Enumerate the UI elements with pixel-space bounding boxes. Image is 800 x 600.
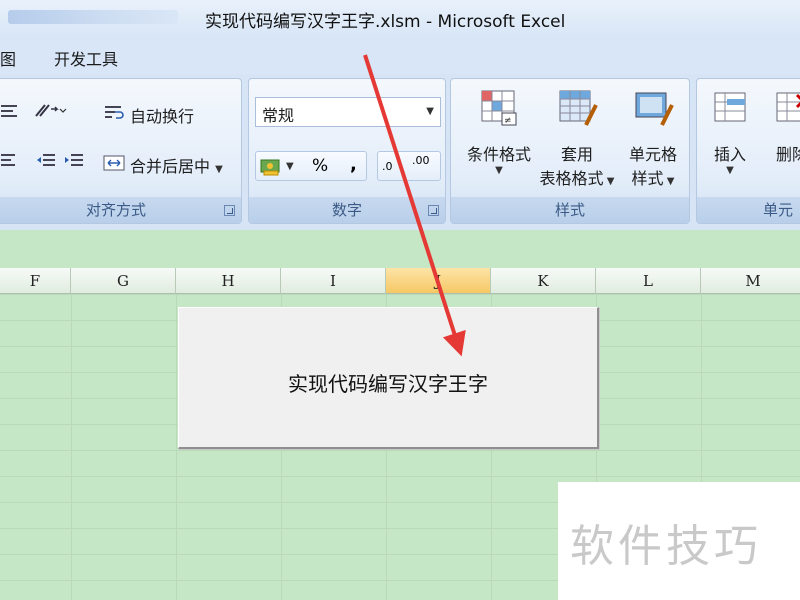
decimal-buttons: .0 .00 [377, 151, 441, 181]
delete-cells-button[interactable]: 删除 [763, 87, 800, 165]
cells-group: 插入 ▼ 删除 单元 [696, 78, 800, 224]
chevron-down-icon[interactable]: ▼ [286, 161, 294, 172]
chevron-down-icon[interactable]: ▼ [426, 106, 434, 117]
quick-access-toolbar[interactable] [8, 10, 178, 24]
conditional-format-icon: ≠ [481, 90, 517, 126]
percent-button[interactable]: % [312, 156, 328, 176]
number-group: 常规 ▼ ▼ % , .0 .00 数字 [248, 78, 446, 224]
svg-text:≠: ≠ [504, 116, 512, 126]
delete-cells-icon [776, 92, 800, 122]
title-bar: 实现代码编写汉字王字.xlsm - Microsoft Excel [0, 0, 800, 40]
ribbon: 自动换行 合并后居中 ▼ 对齐方式 常规 ▼ ▼ % , .0 .00 数字 ≠… [0, 74, 800, 230]
macro-button-label: 实现代码编写汉字王字 [288, 372, 488, 396]
column-header-k[interactable]: K [491, 268, 596, 294]
cell-styles-label-1: 单元格 [628, 145, 677, 164]
decrease-indent-icon[interactable] [35, 151, 57, 171]
table-format-icon [559, 90, 598, 126]
column-header-l[interactable]: L [596, 268, 701, 294]
dialog-launcher-icon[interactable] [224, 205, 235, 216]
currency-icon[interactable] [260, 157, 282, 177]
formula-bar-area [0, 230, 800, 268]
macro-button[interactable]: 实现代码编写汉字王字 [178, 307, 599, 449]
conditional-format-button[interactable]: ≠ 条件格式 ▼ [457, 87, 541, 176]
column-header-h[interactable]: H [176, 268, 281, 294]
wrap-text-icon [105, 106, 124, 119]
column-header-f[interactable]: F [0, 268, 71, 294]
styles-group: ≠ 条件格式 ▼ 套用 表格格式 ▼ 单元格 样式 ▼ 样式 [450, 78, 690, 224]
align-lines-icon[interactable] [0, 101, 21, 121]
merge-center-label: 合并后居中 [130, 157, 211, 176]
watermark: 软件技巧 [558, 482, 800, 600]
chevron-down-icon: ▼ [726, 165, 734, 176]
column-header-j[interactable]: J [386, 268, 491, 294]
chevron-down-icon: ▼ [495, 165, 503, 176]
wrap-text-button[interactable]: 自动换行 [103, 103, 194, 127]
wrap-text-label: 自动换行 [130, 107, 195, 126]
column-header-g[interactable]: G [71, 268, 176, 294]
orientation-icon[interactable] [33, 101, 67, 121]
number-group-label: 数字 [249, 197, 445, 223]
window-title: 实现代码编写汉字王字.xlsm - Microsoft Excel [205, 12, 566, 32]
conditional-format-label: 条件格式 [466, 145, 531, 164]
insert-cells-button[interactable]: 插入 ▼ [701, 87, 759, 176]
watermark-text: 软件技巧 [570, 521, 762, 572]
merge-center-button[interactable]: 合并后居中 ▼ [103, 153, 223, 177]
number-format-buttons: ▼ % , [255, 151, 367, 181]
grid-line [176, 294, 177, 600]
delete-cells-label: 删除 [775, 145, 800, 164]
format-as-table-button[interactable]: 套用 表格格式 ▼ [535, 87, 619, 189]
alignment-group-label: 对齐方式 [0, 197, 241, 223]
increase-indent-icon[interactable] [63, 151, 85, 171]
increase-decimal-button[interactable]: .0 [382, 160, 393, 173]
number-format-value: 常规 [262, 106, 295, 125]
cells-group-label: 单元 [697, 197, 800, 223]
grid-line [71, 294, 72, 600]
comma-button[interactable]: , [350, 154, 357, 175]
alignment-group: 自动换行 合并后居中 ▼ 对齐方式 [0, 78, 242, 224]
cell-styles-label-2: 样式 ▼ [631, 169, 675, 188]
ribbon-tabs: 图 开发工具 [0, 40, 800, 74]
insert-cells-label: 插入 [713, 145, 746, 164]
cell-styles-icon [635, 92, 674, 126]
cell-styles-button[interactable]: 单元格 样式 ▼ [617, 87, 689, 189]
tab-view[interactable]: 图 [0, 46, 16, 70]
chevron-down-icon[interactable]: ▼ [215, 164, 223, 175]
format-as-table-label-2: 表格格式 ▼ [539, 169, 615, 188]
tab-developer[interactable]: 开发工具 [54, 46, 118, 70]
dialog-launcher-icon[interactable] [428, 205, 439, 216]
merge-cells-icon [103, 155, 125, 171]
styles-group-label: 样式 [451, 197, 689, 223]
column-header-m[interactable]: M [701, 268, 800, 294]
number-format-select[interactable]: 常规 ▼ [255, 97, 441, 127]
align-left-icon[interactable] [0, 151, 21, 171]
decrease-decimal-button[interactable]: .00 [412, 154, 430, 167]
format-as-table-label-1: 套用 [560, 145, 593, 164]
column-header-i[interactable]: I [281, 268, 386, 294]
insert-cells-icon [714, 92, 746, 122]
